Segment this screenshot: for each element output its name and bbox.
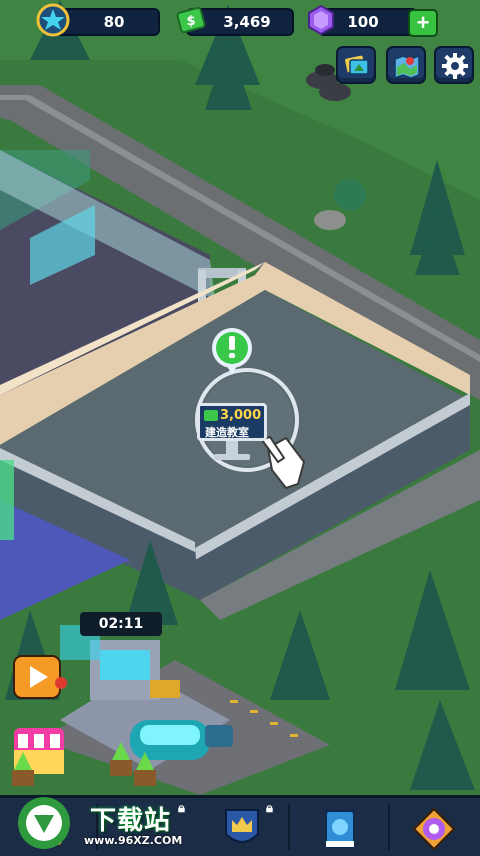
star-icon <box>36 3 70 37</box>
cash-icon: $ <box>176 6 206 34</box>
add-gems-button[interactable]: + <box>408 9 438 37</box>
watermark-site: www.96XZ.COM <box>84 834 183 847</box>
nav-slot-crown[interactable] <box>196 801 288 856</box>
bush <box>334 179 366 211</box>
lock-icon: 🔒︎ <box>266 800 273 815</box>
gear-icon <box>442 53 468 79</box>
construction-timer: 02:11 <box>80 612 162 636</box>
nav-slot-special[interactable] <box>388 801 480 856</box>
nav-slot-book[interactable] <box>294 801 386 856</box>
book-icon <box>325 809 355 848</box>
build-classroom-sign[interactable]: 3,000 建造教室 <box>197 403 267 441</box>
timer-value: 02:11 <box>98 616 144 632</box>
settings-button[interactable] <box>434 46 474 84</box>
watermark-text: 下载站 <box>90 806 172 836</box>
rock <box>314 210 346 230</box>
map-icon <box>394 54 420 80</box>
lock-icon: 🔒︎ <box>178 800 185 815</box>
gem-icon <box>308 4 334 36</box>
compass-badge-icon <box>412 807 456 850</box>
add-gems-label: + <box>416 10 430 35</box>
stars-value: 80 <box>103 13 125 31</box>
cards-button[interactable] <box>336 46 376 84</box>
map-button[interactable] <box>386 46 426 84</box>
svg-text:$: $ <box>186 14 195 29</box>
cash-icon <box>204 410 218 421</box>
watermark-logo <box>18 797 70 849</box>
build-cost: 3,000 <box>220 408 262 423</box>
build-label: 建造教室 <box>205 426 249 439</box>
gems-value: 100 <box>347 13 379 31</box>
cards-icon <box>345 55 369 75</box>
crown-shield-icon <box>225 808 259 843</box>
divider <box>288 804 290 850</box>
cash-value: 3,469 <box>223 13 271 31</box>
video-ad-icon <box>13 655 67 699</box>
